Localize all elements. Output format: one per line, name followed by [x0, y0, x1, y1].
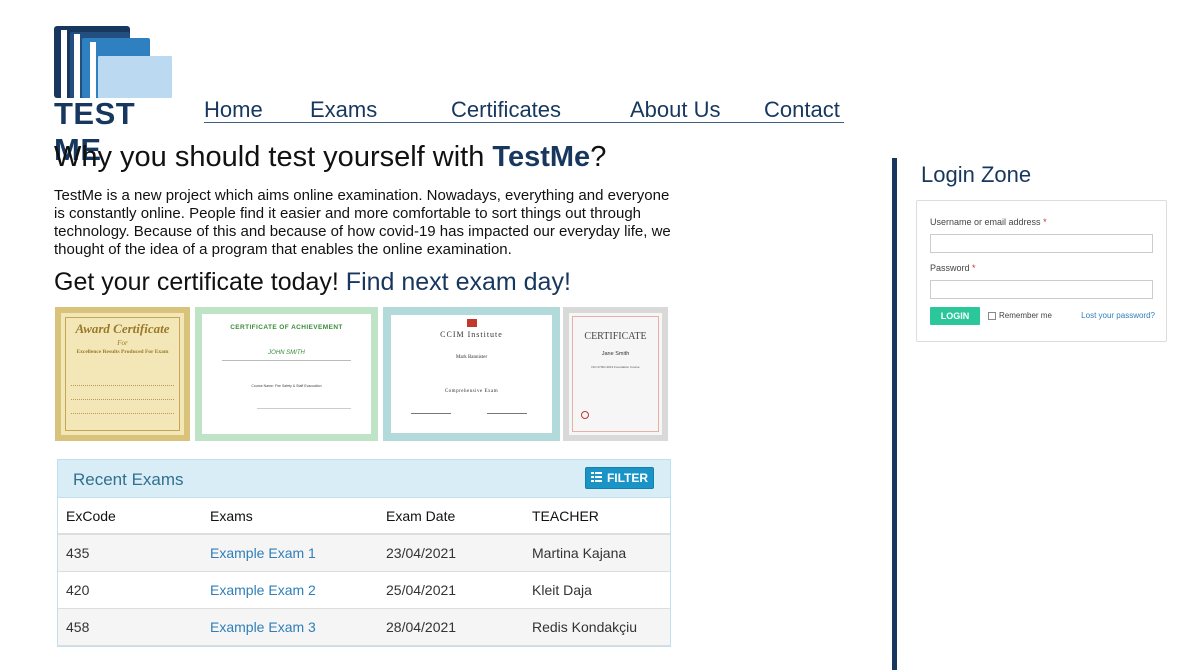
remember-me-label: Remember me: [999, 311, 1052, 320]
filter-button[interactable]: FILTER: [585, 467, 654, 489]
password-label: Password *: [930, 263, 976, 273]
certificate-iso-title: Certificate: [584, 331, 647, 342]
logo-bars-graphic: [54, 26, 172, 98]
exam-code: 420: [58, 571, 202, 609]
lost-password-link[interactable]: Lost your password?: [1081, 311, 1155, 320]
table-row: 435 Example Exam 1 23/04/2021 Martina Ka…: [58, 534, 670, 572]
certificate-achievement-line2: Course Name: Fire Safety & Staff Evacuat…: [251, 384, 322, 388]
username-field[interactable]: [930, 234, 1153, 253]
main-nav: Home Exams Certificates About Us Contact: [204, 97, 844, 123]
table-header-row: ExCode Exams Exam Date TEACHER: [58, 498, 670, 535]
exam-name-cell: Example Exam 1: [202, 534, 378, 572]
column-teacher[interactable]: TEACHER: [524, 498, 670, 535]
exam-code: 458: [58, 608, 202, 646]
list-icon: [590, 471, 602, 485]
exam-link[interactable]: Example Exam 2: [210, 582, 316, 598]
page-headline: Why you should test yourself with TestMe…: [54, 141, 606, 174]
password-field[interactable]: [930, 280, 1153, 299]
certificate-award[interactable]: Award Certificate For Excellence Results…: [55, 307, 190, 441]
required-mark: *: [1043, 217, 1047, 227]
certificate-iso[interactable]: Certificate Jane Smith ISO 27001:2013 Fo…: [563, 307, 668, 441]
certificate-award-title: Award Certificate: [75, 321, 170, 336]
column-exam-date[interactable]: Exam Date: [378, 498, 524, 535]
headline-suffix: ?: [590, 141, 607, 173]
certificate-ccim-title: CCIM Institute: [440, 330, 503, 339]
column-excode[interactable]: ExCode: [58, 498, 202, 535]
required-mark: *: [972, 263, 976, 273]
exam-link[interactable]: Example Exam 1: [210, 545, 316, 561]
exam-date: 28/04/2021: [378, 608, 524, 646]
username-label: Username or email address *: [930, 217, 1047, 227]
login-zone-title: Login Zone: [921, 162, 1032, 187]
find-exam-day-link[interactable]: Find next exam day!: [346, 268, 571, 296]
table-row: 420 Example Exam 2 25/04/2021 Kleit Daja: [58, 571, 670, 609]
remember-me-checkbox[interactable]: [988, 311, 996, 320]
remember-me[interactable]: Remember me: [988, 311, 1052, 320]
nav-home[interactable]: Home: [204, 97, 263, 123]
recent-exams-panel: Recent Exams FILTER ExCode Exams Exam Da…: [57, 459, 671, 647]
certificate-iso-line1: Jane Smith: [601, 351, 630, 357]
nav-certificates[interactable]: Certificates: [451, 97, 561, 123]
certificate-achievement[interactable]: CERTIFICATE OF ACHIEVEMENT JOHN SMITH Co…: [195, 307, 378, 441]
certificate-ccim-line1: Mark Bannister: [455, 355, 488, 360]
certificate-achievement-line1: JOHN SMITH: [268, 350, 305, 356]
username-label-text: Username or email address: [930, 217, 1041, 227]
certificate-iso-line2: ISO 27001:2013 Foundation Course: [591, 365, 640, 369]
exam-teacher: Redis Kondakçiu: [524, 608, 670, 646]
exam-date: 25/04/2021: [378, 571, 524, 609]
nav-contact[interactable]: Contact: [764, 97, 840, 123]
certificate-ccim-line2: Comprehensive Exam: [444, 389, 499, 394]
column-exams[interactable]: Exams: [202, 498, 378, 535]
login-button[interactable]: LOGIN: [930, 307, 980, 325]
certificate-headline: Get your certificate today! Find next ex…: [54, 268, 571, 297]
certificate-award-line2: Excellence Results Produced For Exam: [76, 349, 169, 355]
sidebar-divider: [892, 158, 897, 670]
filter-button-label: FILTER: [606, 471, 649, 485]
headline-prefix: Why you should test yourself with: [54, 141, 493, 173]
nav-exams[interactable]: Exams: [310, 97, 377, 123]
table-row: 458 Example Exam 3 28/04/2021 Redis Kond…: [58, 608, 670, 646]
certificate-headline-prefix: Get your certificate today!: [54, 268, 346, 296]
exams-table: ExCode Exams Exam Date TEACHER 435 Examp…: [58, 498, 670, 646]
recent-exams-title: Recent Exams: [73, 470, 184, 489]
exam-name-cell: Example Exam 2: [202, 571, 378, 609]
login-form: Username or email address * Password * L…: [916, 200, 1167, 342]
exam-name-cell: Example Exam 3: [202, 608, 378, 646]
exam-code: 435: [58, 534, 202, 572]
exam-teacher: Martina Kajana: [524, 534, 670, 572]
exam-link[interactable]: Example Exam 3: [210, 619, 316, 635]
password-label-text: Password: [930, 263, 970, 273]
recent-exams-header: Recent Exams FILTER: [58, 460, 670, 498]
exam-date: 23/04/2021: [378, 534, 524, 572]
nav-about-us[interactable]: About Us: [630, 97, 721, 123]
certificate-achievement-title: CERTIFICATE OF ACHIEVEMENT: [230, 324, 343, 331]
intro-paragraph: TestMe is a new project which aims onlin…: [54, 187, 671, 258]
certificate-ccim[interactable]: CCIM Institute Mark Bannister Comprehens…: [383, 307, 560, 441]
headline-brand: TestMe: [492, 141, 591, 173]
testme-logo[interactable]: TEST ME: [54, 26, 172, 167]
exam-teacher: Kleit Daja: [524, 571, 670, 609]
certificate-award-line1: For: [117, 339, 128, 347]
